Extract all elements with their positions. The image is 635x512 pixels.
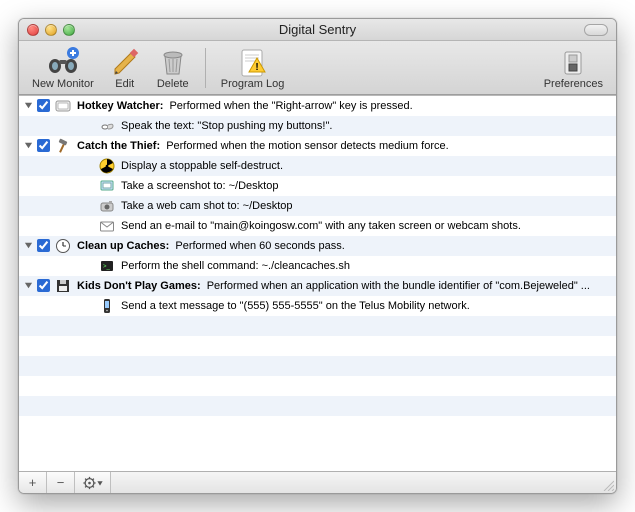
terminal-icon: >_ bbox=[99, 258, 115, 274]
remove-button[interactable]: − bbox=[47, 472, 75, 493]
app-window: Digital Sentry New Monitor Edit De bbox=[18, 18, 617, 494]
new-monitor-label: New Monitor bbox=[32, 78, 94, 90]
monitor-enabled-checkbox[interactable] bbox=[37, 139, 51, 153]
log-warning-icon: ! bbox=[237, 47, 269, 77]
monitor-title: Catch the Thief: Performed when the moti… bbox=[77, 140, 449, 152]
speak-icon bbox=[99, 118, 115, 134]
svg-text:!: ! bbox=[255, 62, 258, 73]
program-log-button[interactable]: ! Program Log bbox=[214, 44, 292, 92]
preferences-button[interactable]: Preferences bbox=[537, 44, 610, 92]
binoculars-plus-icon bbox=[47, 47, 79, 77]
action-text: Speak the text: "Stop pushing my buttons… bbox=[121, 120, 332, 132]
disclosure-triangle[interactable] bbox=[23, 100, 34, 111]
action-row[interactable]: >_ Perform the shell command: ~./cleancac… bbox=[19, 256, 616, 276]
screenshot-icon bbox=[99, 178, 115, 194]
action-menu-button[interactable] bbox=[75, 472, 111, 493]
hammer-icon bbox=[55, 138, 71, 154]
action-text: Perform the shell command: ~./cleancache… bbox=[121, 260, 350, 272]
monitor-row[interactable]: Catch the Thief: Performed when the moti… bbox=[19, 136, 616, 156]
disclosure-triangle[interactable] bbox=[23, 240, 34, 251]
phone-icon bbox=[99, 298, 115, 314]
action-text: Send an e-mail to "main@koingosw.com" wi… bbox=[121, 220, 521, 232]
action-row[interactable]: Send an e-mail to "main@koingosw.com" wi… bbox=[19, 216, 616, 236]
key-icon bbox=[55, 98, 71, 114]
edit-label: Edit bbox=[115, 78, 134, 90]
toolbar-toggle-pill[interactable] bbox=[584, 24, 608, 36]
svg-text:>_: >_ bbox=[103, 264, 111, 270]
switch-icon bbox=[557, 47, 589, 77]
action-row[interactable]: Display a stoppable self-destruct. bbox=[19, 156, 616, 176]
action-row[interactable]: Send a text message to "(555) 555-5555" … bbox=[19, 296, 616, 316]
resize-handle[interactable] bbox=[600, 472, 616, 493]
toolbar: New Monitor Edit Delete ! Program Log bbox=[19, 41, 616, 95]
toolbar-separator bbox=[205, 48, 206, 88]
window-controls bbox=[27, 24, 75, 36]
edit-button[interactable]: Edit bbox=[101, 44, 149, 92]
action-text: Send a text message to "(555) 555-5555" … bbox=[121, 300, 470, 312]
empty-row bbox=[19, 356, 616, 376]
delete-button[interactable]: Delete bbox=[149, 44, 197, 92]
monitor-row[interactable]: Clean up Caches: Performed when 60 secon… bbox=[19, 236, 616, 256]
monitor-title: Clean up Caches: Performed when 60 secon… bbox=[77, 240, 345, 252]
action-text: Take a web cam shot to: ~/Desktop bbox=[121, 200, 293, 212]
monitor-row[interactable]: Kids Don't Play Games: Performed when an… bbox=[19, 276, 616, 296]
preferences-label: Preferences bbox=[544, 78, 603, 90]
footer-bar: + − bbox=[19, 471, 616, 493]
new-monitor-button[interactable]: New Monitor bbox=[25, 44, 101, 92]
zoom-button[interactable] bbox=[63, 24, 75, 36]
trash-icon bbox=[157, 47, 189, 77]
action-text: Display a stoppable self-destruct. bbox=[121, 160, 283, 172]
action-row[interactable]: Speak the text: "Stop pushing my buttons… bbox=[19, 116, 616, 136]
action-row[interactable]: Take a web cam shot to: ~/Desktop bbox=[19, 196, 616, 216]
clock-icon bbox=[55, 238, 71, 254]
monitor-title: Hotkey Watcher: Performed when the "Righ… bbox=[77, 100, 413, 112]
pencil-icon bbox=[109, 47, 141, 77]
monitor-row[interactable]: Hotkey Watcher: Performed when the "Righ… bbox=[19, 96, 616, 116]
add-button[interactable]: + bbox=[19, 472, 47, 493]
disclosure-triangle[interactable] bbox=[23, 140, 34, 151]
empty-row bbox=[19, 376, 616, 396]
delete-label: Delete bbox=[157, 78, 189, 90]
minimize-button[interactable] bbox=[45, 24, 57, 36]
monitor-enabled-checkbox[interactable] bbox=[37, 99, 51, 113]
close-button[interactable] bbox=[27, 24, 39, 36]
floppy-icon bbox=[55, 278, 71, 294]
radiation-icon bbox=[99, 158, 115, 174]
camera-icon bbox=[99, 198, 115, 214]
program-log-label: Program Log bbox=[221, 78, 285, 90]
window-title: Digital Sentry bbox=[19, 22, 616, 37]
empty-row bbox=[19, 316, 616, 336]
action-text: Take a screenshot to: ~/Desktop bbox=[121, 180, 278, 192]
empty-row bbox=[19, 396, 616, 416]
monitor-title: Kids Don't Play Games: Performed when an… bbox=[77, 280, 590, 292]
empty-row bbox=[19, 336, 616, 356]
disclosure-triangle[interactable] bbox=[23, 280, 34, 291]
action-row[interactable]: Take a screenshot to: ~/Desktop bbox=[19, 176, 616, 196]
mail-icon bbox=[99, 218, 115, 234]
monitor-enabled-checkbox[interactable] bbox=[37, 239, 51, 253]
titlebar: Digital Sentry bbox=[19, 19, 616, 41]
monitor-list[interactable]: Hotkey Watcher: Performed when the "Righ… bbox=[19, 95, 616, 471]
monitor-enabled-checkbox[interactable] bbox=[37, 279, 51, 293]
